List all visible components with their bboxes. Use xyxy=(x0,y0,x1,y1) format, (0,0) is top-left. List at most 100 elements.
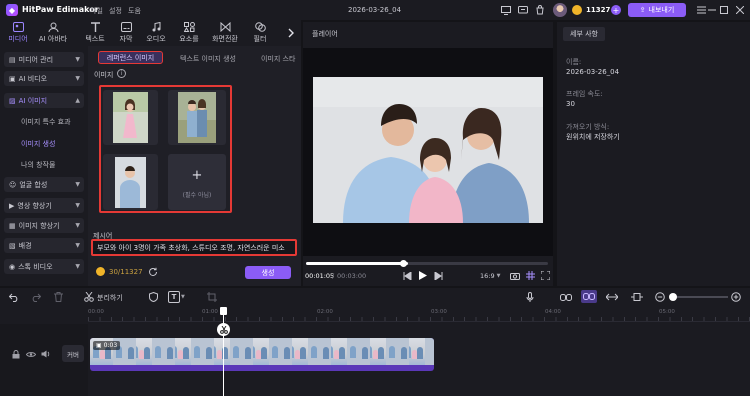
fullscreen-icon[interactable] xyxy=(540,270,551,281)
volume-icon[interactable] xyxy=(41,349,51,359)
split-icon[interactable] xyxy=(83,291,95,303)
playhead-handle[interactable] xyxy=(220,307,227,315)
sidebar-item-media-manage[interactable]: ▤ 미디어 관리 ▼ xyxy=(4,52,84,67)
ai-video-icon: ▣ xyxy=(9,74,16,83)
chevron-down-icon[interactable]: ▼ xyxy=(181,294,185,300)
prev-frame-icon[interactable] xyxy=(402,270,413,281)
feedback-icon[interactable] xyxy=(517,4,529,16)
tab-reference-image[interactable]: 레퍼런스 이미지 xyxy=(98,51,163,64)
media-toolbar: 미디어 AI 아바타 텍스트 자막 오디오 요소를 화면전환 필터 xyxy=(0,20,301,46)
maximize-icon[interactable] xyxy=(718,4,730,16)
tool-media[interactable]: 미디어 xyxy=(3,20,33,46)
generate-button[interactable]: 생성 xyxy=(245,266,291,279)
image-icon: ▣ xyxy=(96,342,102,349)
tool-elements[interactable]: 요소를 xyxy=(174,20,204,46)
link-icon[interactable] xyxy=(559,291,573,303)
playback-handle[interactable] xyxy=(400,260,407,267)
lock-icon[interactable] xyxy=(11,349,21,359)
delete-icon[interactable] xyxy=(52,291,64,303)
fit-icon[interactable] xyxy=(630,291,644,303)
split-label[interactable]: 분리하기 xyxy=(97,293,123,303)
next-frame-icon[interactable] xyxy=(433,270,444,281)
sidebar-item-ai-video[interactable]: ▣ AI 비디오 ▼ xyxy=(4,71,84,86)
tool-transition[interactable]: 화면전환 xyxy=(210,20,240,46)
play-icon[interactable] xyxy=(417,270,428,281)
aspect-ratio-select[interactable]: 16:9 ▼ xyxy=(480,272,500,280)
tool-text[interactable]: 텍스트 xyxy=(80,20,110,46)
ruler-tick-label: 05:00 xyxy=(659,309,675,315)
text-icon xyxy=(90,22,100,32)
sidebar-item-stock-video[interactable]: ◉ 스톡 비디오 ▼ xyxy=(4,259,84,274)
sidebar-item-face-swap[interactable]: ☺ 얼굴 합성 ▼ xyxy=(4,177,84,192)
cover-button[interactable]: 커버 xyxy=(62,345,84,362)
menu-file[interactable]: 파일 xyxy=(90,6,103,16)
sub-item-my-creations[interactable]: 나의 창작물 xyxy=(21,160,55,170)
playback-progress[interactable] xyxy=(306,262,548,265)
menu-settings[interactable]: 설정 xyxy=(109,6,122,16)
tool-filter[interactable]: 필터 xyxy=(245,20,275,46)
prompt-input[interactable]: 부모와 아이 3명이 가족 초상화, 스튜디오 조명, 자연스러운 미소 xyxy=(91,239,297,256)
grid-icon[interactable] xyxy=(525,270,536,281)
crop-icon[interactable] xyxy=(206,291,218,303)
close-icon[interactable] xyxy=(734,4,746,16)
scissors-icon[interactable] xyxy=(217,323,230,336)
app-name: HitPaw Edimakor xyxy=(22,5,99,14)
sidebar-item-ai-image[interactable]: ▨ AI 이미지 ▲ xyxy=(4,93,84,108)
tab-image-style[interactable]: 이미지 스타 xyxy=(261,54,299,64)
avatar[interactable] xyxy=(553,3,567,17)
shopping-icon[interactable] xyxy=(534,4,546,16)
refresh-icon[interactable] xyxy=(147,266,158,277)
name-value: 2026-03-26_04 xyxy=(566,68,620,76)
chevron-down-icon: ▼ xyxy=(75,222,80,229)
tool-subtitle[interactable]: 자막 xyxy=(111,20,141,46)
ai-avatar-icon xyxy=(48,22,58,32)
chevron-down-icon: ▼ xyxy=(75,242,80,249)
menu-help[interactable]: 도움 xyxy=(128,6,141,16)
tab-label: 세부 사항 xyxy=(570,30,598,38)
add-image-slot[interactable]: + (필수 아님) xyxy=(168,154,226,210)
sidebar-item-image-enhancer[interactable]: ▦ 이미지 향상기 ▼ xyxy=(4,218,84,233)
tool-label: 요소를 xyxy=(179,35,199,43)
tool-ai-avatar[interactable]: AI 아바타 xyxy=(38,20,68,46)
minimize-icon[interactable] xyxy=(706,4,718,16)
redo-icon[interactable] xyxy=(30,291,42,303)
eye-icon[interactable] xyxy=(26,349,36,359)
playback-progress-fill xyxy=(306,262,408,265)
snapshot-icon[interactable] xyxy=(509,270,520,281)
add-credits-icon[interactable]: + xyxy=(611,5,621,15)
sub-item-image-effects[interactable]: 이미지 특수 효과 xyxy=(21,117,71,127)
time-ruler[interactable]: 00:00 01:00 02:00 03:00 04:00 05:00 xyxy=(88,308,750,322)
add-image-hint: (필수 아님) xyxy=(182,192,212,199)
reference-thumb-boy[interactable] xyxy=(103,154,158,210)
credit-count: 11327 xyxy=(586,6,611,14)
chevron-right-icon[interactable] xyxy=(285,26,297,40)
info-icon[interactable]: i xyxy=(117,69,126,78)
reference-thumb-couple[interactable] xyxy=(168,90,226,145)
total-time: 00:03:00 xyxy=(337,272,367,280)
player-title: 플레이어 xyxy=(312,30,338,38)
undo-icon[interactable] xyxy=(8,291,20,303)
zoom-in-icon[interactable] xyxy=(730,291,742,303)
fps-label: 프레임 속도: xyxy=(566,90,603,98)
export-button[interactable]: ⇪ 내보내기 xyxy=(628,3,686,17)
text-tool-icon[interactable]: T xyxy=(168,291,180,303)
export-icon: ⇪ xyxy=(639,6,646,14)
video-clip[interactable]: ▣ 0:03 xyxy=(90,338,434,371)
tab-details[interactable]: 세부 사항 xyxy=(563,27,605,41)
sub-item-image-generate[interactable]: 이미지 생성 xyxy=(21,139,55,149)
magnet-icon[interactable] xyxy=(581,290,597,303)
microphone-icon[interactable] xyxy=(524,291,536,303)
zoom-slider-handle[interactable] xyxy=(669,293,677,301)
ruler-ticks xyxy=(88,317,750,321)
zoom-slider[interactable] xyxy=(670,296,728,298)
sidebar-item-video-enhancer[interactable]: ▶ 영상 향상기 ▼ xyxy=(4,198,84,213)
chevron-down-icon: ▼ xyxy=(75,181,80,188)
tab-text-to-image[interactable]: 텍스트 이미지 생성 xyxy=(180,54,236,64)
ripple-icon[interactable] xyxy=(605,291,619,303)
shield-icon[interactable] xyxy=(147,291,159,303)
tool-audio[interactable]: 오디오 xyxy=(141,20,171,46)
reference-thumb-girl[interactable] xyxy=(103,90,158,145)
screen-icon[interactable] xyxy=(500,4,512,16)
sidebar-item-background[interactable]: ▧ 배경 ▼ xyxy=(4,238,84,253)
zoom-out-icon[interactable] xyxy=(654,291,666,303)
